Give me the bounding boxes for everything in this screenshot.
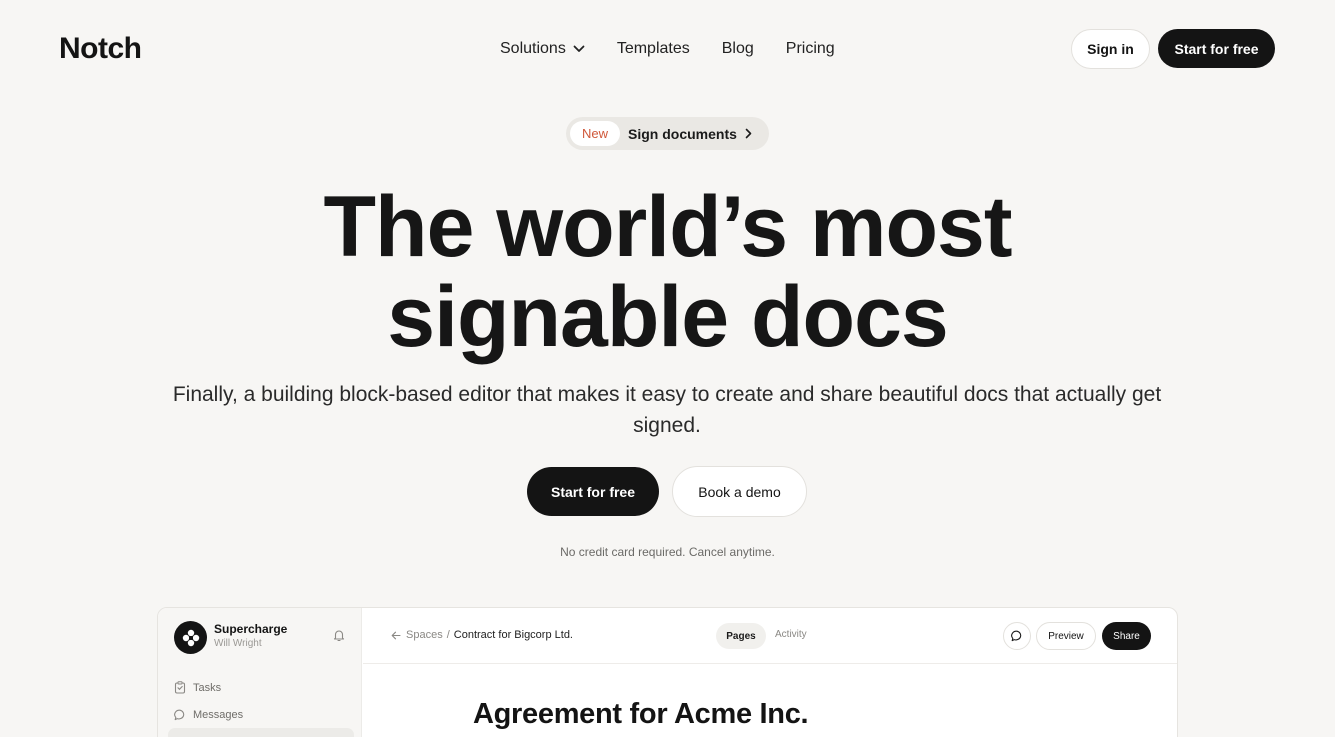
sidebar-item-active[interactable] — [168, 728, 354, 737]
breadcrumb-separator: / — [446, 629, 450, 641]
chevron-right-icon — [745, 128, 752, 139]
tab-activity[interactable]: Activity — [775, 629, 807, 640]
sidebar-item-label: Messages — [193, 709, 244, 721]
no-credit-card-note: No credit card required. Cancel anytime. — [560, 545, 775, 559]
nav-solutions[interactable]: Solutions — [500, 40, 585, 58]
hero-subheadline: Finally, a building block-based editor t… — [172, 383, 1162, 437]
breadcrumb-current: Contract for Bigcorp Ltd. — [453, 629, 573, 641]
chevron-down-icon — [573, 45, 585, 53]
chat-bubble-icon — [174, 709, 185, 721]
hero-headline-line1: The world’s most — [323, 179, 1013, 275]
nav-blog[interactable]: Blog — [722, 40, 754, 58]
clipboard-icon — [174, 681, 186, 694]
nav-solutions-label: Solutions — [500, 40, 566, 57]
app-sidebar: Supercharge Will Wright Tasks Messages — [158, 608, 362, 737]
arrow-left-icon[interactable] — [391, 631, 401, 640]
start-free-nav-button[interactable]: Start for free — [1158, 29, 1275, 68]
workspace-logo-icon — [174, 621, 207, 654]
workspace-name[interactable]: Supercharge — [214, 622, 287, 636]
workspace-user: Will Wright — [214, 638, 262, 649]
main-nav: Solutions Templates Blog Pricing — [500, 38, 835, 60]
app-main: Spaces / Contract for Bigcorp Ltd. Pages… — [363, 608, 1177, 737]
app-topbar: Spaces / Contract for Bigcorp Ltd. Pages… — [363, 608, 1177, 664]
nav-templates[interactable]: Templates — [617, 40, 690, 58]
announcement-pill[interactable]: New Sign documents — [566, 117, 769, 150]
logo[interactable]: Notch — [59, 32, 142, 66]
bell-icon[interactable] — [333, 629, 345, 647]
comments-icon[interactable] — [1003, 622, 1031, 650]
sidebar-item-tasks[interactable]: Tasks — [174, 681, 221, 694]
breadcrumb-parent[interactable]: Spaces — [406, 629, 443, 641]
hero-headline-line2: signable docs — [387, 269, 948, 365]
new-badge: New — [570, 121, 621, 146]
start-free-hero-button[interactable]: Start for free — [527, 467, 659, 516]
sidebar-item-messages[interactable]: Messages — [174, 709, 243, 721]
sign-in-button[interactable]: Sign in — [1071, 29, 1150, 69]
preview-button[interactable]: Preview — [1036, 622, 1096, 650]
sidebar-item-label: Tasks — [193, 681, 222, 694]
share-button[interactable]: Share — [1102, 622, 1151, 650]
hero-headline: The world’s most signable docs — [0, 182, 1335, 362]
nav-pricing[interactable]: Pricing — [786, 40, 835, 58]
announcement-text: Sign documents — [628, 126, 752, 142]
book-demo-button[interactable]: Book a demo — [672, 466, 807, 517]
document-title: Agreement for Acme Inc. — [473, 698, 809, 730]
app-preview: Supercharge Will Wright Tasks Messages S… — [157, 607, 1178, 737]
announcement-label: Sign documents — [628, 125, 737, 142]
tab-pages[interactable]: Pages — [716, 623, 766, 649]
breadcrumb: Spaces / Contract for Bigcorp Ltd. — [391, 629, 573, 641]
landing-page: Notch Solutions Templates Blog Pricing S… — [0, 0, 1335, 737]
